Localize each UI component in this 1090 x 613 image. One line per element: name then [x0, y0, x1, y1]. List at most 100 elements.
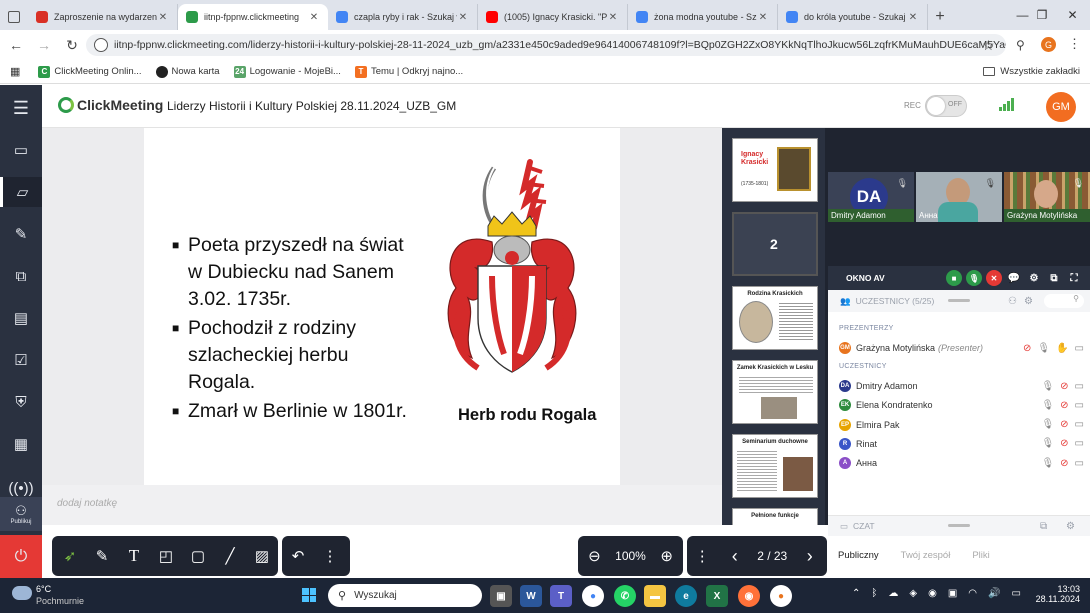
onedrive-icon[interactable]: ☁	[888, 588, 898, 599]
participant-row[interactable]: GM Grażyna Motylińska (Presenter) ⊘ 🎙 ✋ ▭	[839, 339, 1084, 357]
more-icon[interactable]: ⋮	[314, 540, 346, 572]
whatsapp-icon[interactable]: ✆	[614, 585, 636, 607]
survey-icon[interactable]: ☑	[0, 345, 42, 375]
camera-off-icon[interactable]: ⊘	[1060, 400, 1068, 411]
firefox-icon[interactable]: ◉	[738, 585, 760, 607]
camera-icon[interactable]: ▭	[0, 135, 42, 165]
browser-tab[interactable]: czapla ryby i rak - Szukaj w ✕	[328, 4, 478, 30]
weather-desc[interactable]: Pochmurnie	[36, 596, 84, 606]
screen-icon[interactable]: ▭	[1075, 419, 1084, 430]
tray-app-icon[interactable]: ◉	[928, 588, 937, 599]
expand-icon[interactable]: ⛶	[1066, 270, 1082, 286]
notes-field[interactable]: dodaj notatkę	[42, 485, 722, 525]
close-tab-icon[interactable]: ✕	[907, 12, 919, 23]
mic-icon[interactable]: 🎙	[1041, 438, 1054, 449]
tray-app-icon[interactable]: ▣	[948, 588, 957, 599]
share-icon[interactable]: ⧉	[0, 261, 42, 291]
chrome-icon[interactable]: ●	[582, 585, 604, 607]
file-explorer-icon[interactable]: ▬	[644, 585, 666, 607]
media-icon[interactable]: ▤	[0, 303, 42, 333]
mic-icon[interactable]: 🎙	[1041, 419, 1054, 430]
prev-page-icon[interactable]: ‹	[723, 540, 747, 572]
reload-icon[interactable]: ↻	[60, 33, 84, 57]
camera-off-icon[interactable]: ⊘	[1060, 458, 1068, 469]
folder-icon[interactable]: ▱	[0, 177, 42, 207]
video-tile-grazyna[interactable]: 🎙 Grażyna Motylińska	[1004, 172, 1090, 222]
profile-avatar[interactable]: G	[1041, 37, 1056, 52]
image-tool-icon[interactable]: ▨	[246, 540, 278, 572]
browser-tab[interactable]: iitnp-fppnw.clickmeeting ✕	[178, 4, 328, 30]
chevron-up-icon[interactable]: ⌃	[852, 588, 860, 599]
shield-icon[interactable]: ⛨	[0, 387, 42, 417]
rec-toggle[interactable]: OFF	[925, 95, 967, 117]
all-bookmarks-folder[interactable]: Wszystkie zakładki	[983, 66, 1080, 77]
bookmark-clickmeeting[interactable]: C ClickMeeting Onlin...	[38, 65, 142, 78]
mic-icon[interactable]: 🎙	[1041, 458, 1054, 469]
zoom-in-icon[interactable]: ⊕	[655, 540, 679, 572]
chat-bubble-icon[interactable]: 💬	[1006, 270, 1022, 286]
word-icon[interactable]: W	[520, 585, 542, 607]
participant-row[interactable]: EP Elmira Pak 🎙 ⊘ ▭	[839, 416, 1084, 434]
pointer-tool-icon[interactable]: ➶	[54, 540, 86, 572]
participant-search-icon[interactable]: ⚲	[1044, 294, 1084, 308]
add-user-icon[interactable]: ⚇	[1008, 296, 1017, 307]
url-field[interactable]: iitnp-fppnw.clickmeeting.com/liderzy-his…	[86, 34, 1006, 56]
pen-tool-icon[interactable]: ✎	[86, 540, 118, 572]
weather-temp[interactable]: 6°C	[36, 584, 51, 594]
mic-icon[interactable]: 🎙	[1041, 400, 1054, 411]
battery-icon[interactable]: ▭	[1011, 588, 1020, 599]
thumbnail-5[interactable]: Seminarium duchowne	[732, 434, 818, 498]
camera-off-icon[interactable]: ⊘	[1060, 381, 1068, 392]
screen-icon[interactable]: ▭	[1075, 438, 1084, 449]
mic-icon[interactable]: 🎙	[1041, 381, 1054, 392]
thumbnail-1[interactable]: Ignacy Krasicki (1735-1801)	[732, 138, 818, 202]
browser-tab[interactable]: żona modna youtube - Szuk ✕	[628, 4, 778, 30]
camera-off-icon[interactable]: ⊘	[1060, 419, 1068, 430]
settings-gear-icon[interactable]: ⚙	[1066, 521, 1075, 532]
chrome-profile-icon[interactable]: ●	[770, 585, 792, 607]
tab-team[interactable]: Twój zespół	[901, 550, 951, 561]
bookmark-new-tab[interactable]: Nowa karta	[155, 65, 220, 78]
zoom-out-icon[interactable]: ⊖	[582, 540, 606, 572]
close-tab-icon[interactable]: ✕	[607, 12, 619, 23]
thumbnail-3[interactable]: Rodzina Krasickich	[732, 286, 818, 350]
publish-button[interactable]: ⚇ Publikuj	[0, 497, 42, 531]
thumbnail-4[interactable]: Zamek Krasickich w Lesku	[732, 360, 818, 424]
browser-tab[interactable]: do króla youtube - Szukaj w ✕	[778, 4, 928, 30]
forward-icon[interactable]: →	[32, 33, 56, 57]
tab-files[interactable]: Pliki	[972, 550, 989, 561]
apps-grid-icon[interactable]: ▦	[10, 65, 20, 78]
mic-icon[interactable]: 🎙	[1037, 343, 1050, 354]
power-button[interactable]: ⏻	[0, 535, 42, 578]
bookmark-temu[interactable]: T Temu | Odkryj najno...	[354, 65, 463, 78]
wifi-icon[interactable]: ◠	[968, 588, 977, 599]
thumbnail-6[interactable]: Pełnione funkcje	[732, 508, 818, 525]
site-info-icon[interactable]	[94, 38, 108, 52]
participant-row[interactable]: EK Elena Kondratenko 🎙 ⊘ ▭	[839, 396, 1084, 414]
hand-icon[interactable]: ✋	[1056, 343, 1068, 354]
tab-public[interactable]: Publiczny	[838, 550, 879, 561]
apps-icon[interactable]: ▦	[0, 429, 42, 459]
screen-icon[interactable]: ▭	[1075, 458, 1084, 469]
sticky-note-icon[interactable]: ◰	[150, 540, 182, 572]
excel-icon[interactable]: X	[706, 585, 728, 607]
bookmark-star-icon[interactable]: ☆	[982, 37, 995, 54]
camera-toggle-icon[interactable]: ■	[946, 270, 962, 286]
clock[interactable]: 13:03 28.11.2024	[1036, 584, 1080, 604]
rectangle-tool-icon[interactable]: ▢	[182, 540, 214, 572]
close-tab-icon[interactable]: ✕	[308, 12, 320, 23]
popout-icon[interactable]: ⧉	[1046, 270, 1062, 286]
close-window-button[interactable]: ✕	[1050, 0, 1090, 30]
more-options-icon[interactable]: ⋮	[692, 540, 712, 572]
browser-tab[interactable]: Zaproszenie na wydarzenie ✕	[28, 4, 178, 30]
screen-icon[interactable]: ▭	[1075, 343, 1084, 354]
settings-gear-icon[interactable]: ⚙	[1024, 296, 1033, 307]
browser-tab[interactable]: (1005) Ignacy Krasicki. "Pra ✕	[478, 4, 628, 30]
edit-icon[interactable]: ✎	[0, 219, 42, 249]
line-tool-icon[interactable]: ╱	[214, 540, 246, 572]
menu-kebab-icon[interactable]: ⋮	[1068, 36, 1081, 52]
close-tab-icon[interactable]: ✕	[157, 12, 169, 23]
participant-row[interactable]: DA Dmitry Adamon 🎙 ⊘ ▭	[839, 377, 1084, 395]
bookmark-mojebi[interactable]: 24 Logowanie - MojeBi...	[233, 65, 341, 78]
undo-icon[interactable]: ↶	[282, 540, 314, 572]
